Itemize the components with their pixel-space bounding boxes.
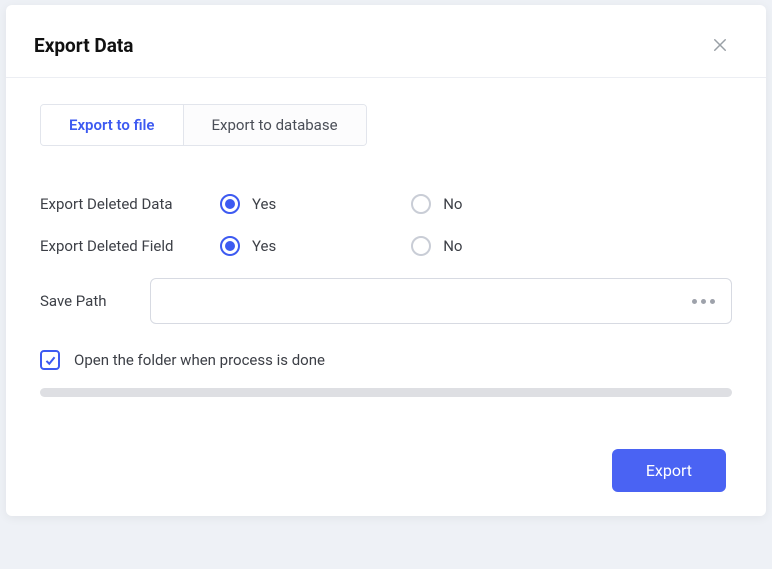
radio-group-deleted-field: Yes No	[220, 236, 463, 256]
radio-label: Yes	[252, 195, 276, 213]
radio-button-icon	[411, 236, 431, 256]
radio-group-deleted-data: Yes No	[220, 194, 463, 214]
dialog-footer: Export	[40, 449, 732, 492]
row-export-deleted-data: Export Deleted Data Yes No	[40, 194, 732, 214]
tab-export-to-file[interactable]: Export to file	[41, 105, 184, 145]
radio-deleted-data-yes[interactable]: Yes	[220, 194, 276, 214]
save-path-input[interactable]	[150, 278, 732, 324]
export-button[interactable]: Export	[612, 449, 726, 492]
close-icon	[711, 36, 729, 54]
radio-deleted-data-no[interactable]: No	[411, 194, 462, 214]
radio-label: No	[443, 237, 462, 255]
export-data-dialog: Export Data Export to file Export to dat…	[6, 5, 766, 516]
dialog-title: Export Data	[34, 34, 133, 57]
browse-icon	[692, 299, 715, 304]
radio-label: Yes	[252, 237, 276, 255]
label-save-path: Save Path	[40, 292, 150, 310]
dialog-header: Export Data	[6, 5, 766, 78]
close-button[interactable]	[706, 31, 734, 59]
radio-deleted-field-yes[interactable]: Yes	[220, 236, 276, 256]
radio-button-icon	[220, 194, 240, 214]
label-export-deleted-data: Export Deleted Data	[40, 195, 220, 213]
radio-deleted-field-no[interactable]: No	[411, 236, 462, 256]
radio-label: No	[443, 195, 462, 213]
radio-button-icon	[220, 236, 240, 256]
radio-button-icon	[411, 194, 431, 214]
checkbox-open-folder[interactable]: Open the folder when process is done	[40, 350, 732, 370]
checkbox-icon	[40, 350, 60, 370]
row-export-deleted-field: Export Deleted Field Yes No	[40, 236, 732, 256]
label-export-deleted-field: Export Deleted Field	[40, 237, 220, 255]
row-save-path: Save Path	[40, 278, 732, 324]
checkbox-label: Open the folder when process is done	[74, 351, 325, 369]
tab-export-to-database[interactable]: Export to database	[184, 105, 366, 145]
tabs: Export to file Export to database	[40, 104, 367, 146]
dialog-body: Export to file Export to database Export…	[6, 78, 766, 516]
progress-bar	[40, 388, 732, 397]
